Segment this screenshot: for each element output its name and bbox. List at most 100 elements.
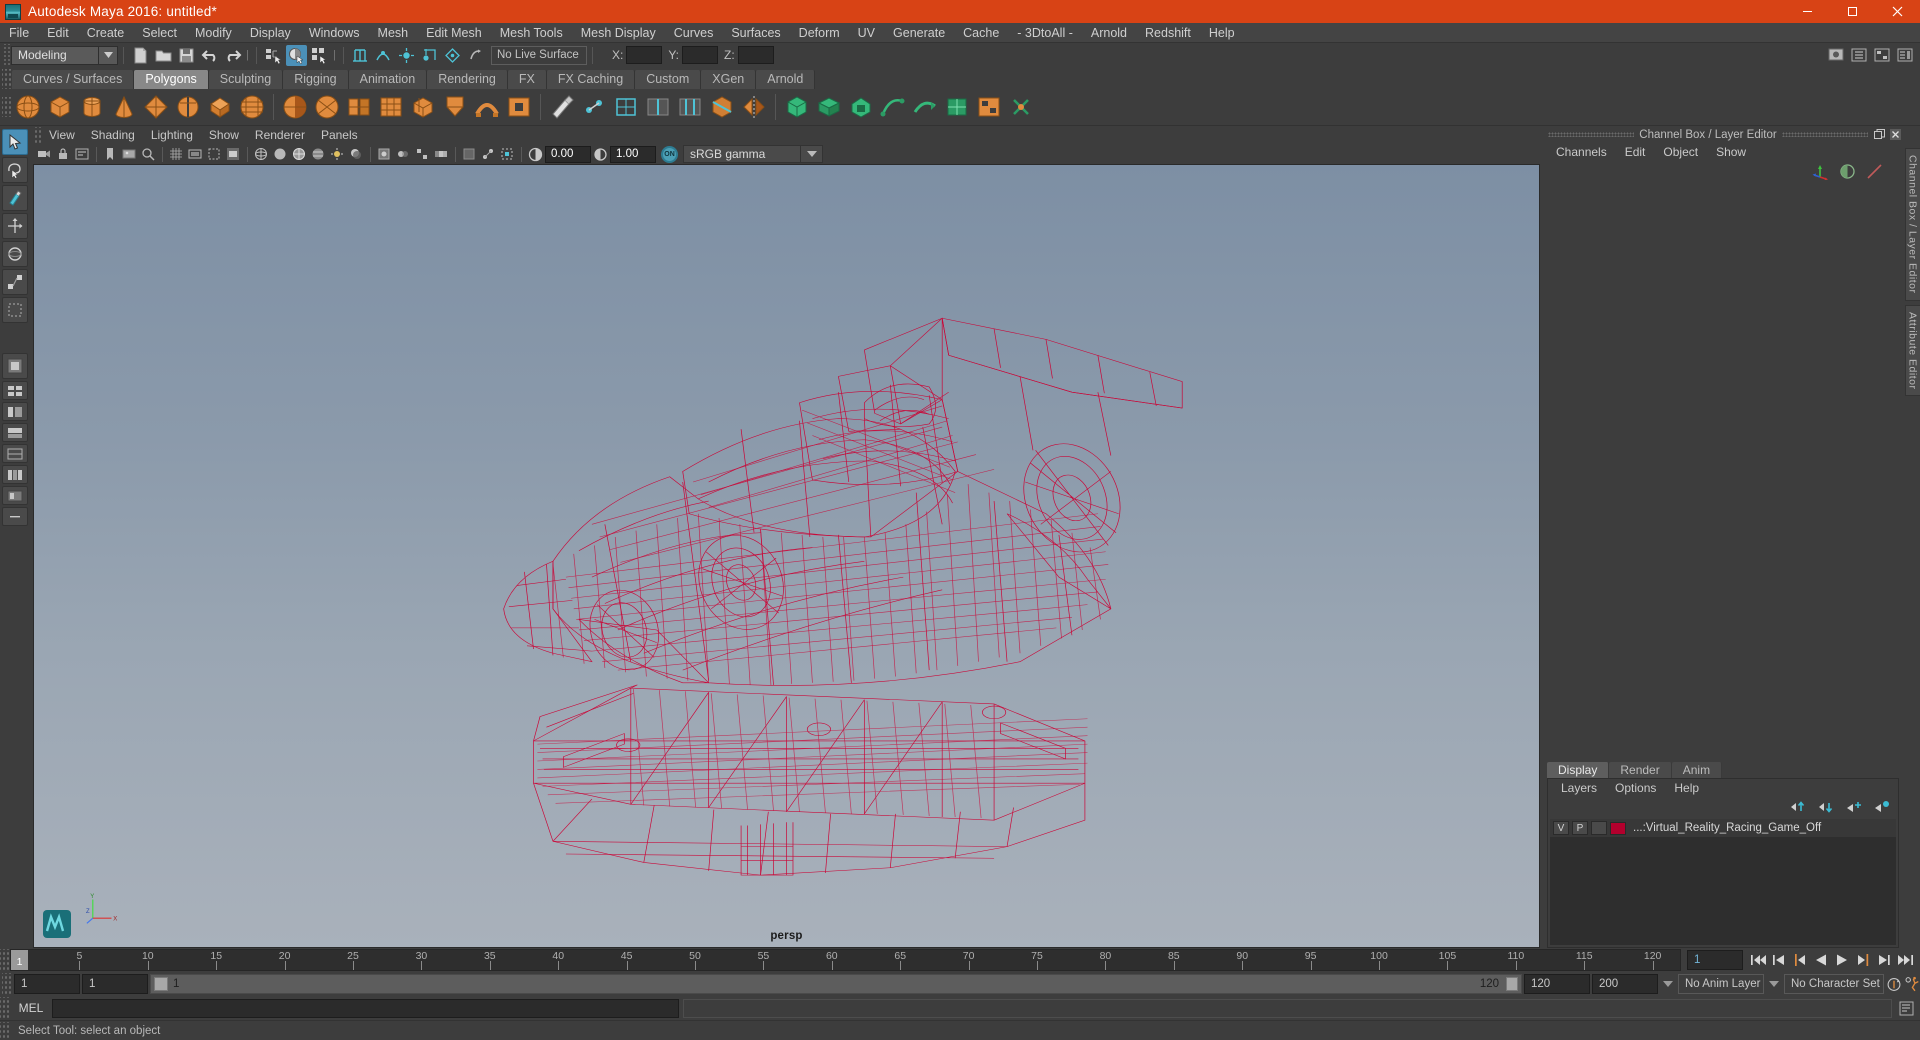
shelf-tab-fx-caching[interactable]: FX Caching <box>546 70 636 89</box>
multisample-icon[interactable] <box>413 145 431 163</box>
auto-keyframe-icon[interactable] <box>1886 974 1902 994</box>
select-tool[interactable] <box>2 129 28 155</box>
smooth-icon[interactable] <box>376 92 406 123</box>
channel-menu-channels[interactable]: Channels <box>1547 143 1616 162</box>
persp-hypershade-layout[interactable] <box>2 444 28 463</box>
step-back-frame-icon[interactable] <box>1770 951 1788 969</box>
channel-menu-show[interactable]: Show <box>1707 143 1755 162</box>
shelf-tab-fx[interactable]: FX <box>507 70 547 89</box>
menu-mesh-tools[interactable]: Mesh Tools <box>491 23 572 43</box>
shape-channels-icon[interactable] <box>1839 163 1856 180</box>
menu-deform[interactable]: Deform <box>790 23 849 43</box>
single-perspective-layout[interactable] <box>2 353 28 379</box>
gamma-field[interactable]: 1.00 <box>610 145 656 163</box>
poly-plane-icon[interactable] <box>173 92 203 123</box>
go-to-end-icon[interactable] <box>1896 951 1914 969</box>
hypershade-layout[interactable] <box>2 465 28 484</box>
menu-modify[interactable]: Modify <box>186 23 241 43</box>
shelf-icons-grip[interactable] <box>2 97 12 117</box>
channel-menu-edit[interactable]: Edit <box>1616 143 1655 162</box>
shelf-tab-curves-surfaces[interactable]: Curves / Surfaces <box>12 70 135 89</box>
two-d-pan-zoom-icon[interactable] <box>139 145 157 163</box>
time-slider-grip[interactable] <box>0 949 10 971</box>
persp-outliner-layout[interactable] <box>2 402 28 421</box>
lasso-select-tool[interactable] <box>2 157 28 183</box>
menu-redshift[interactable]: Redshift <box>1136 23 1200 43</box>
command-line-grip[interactable] <box>0 997 10 1019</box>
menu-curves[interactable]: Curves <box>665 23 723 43</box>
layer-menu-help[interactable]: Help <box>1665 779 1708 797</box>
channel-menu-object[interactable]: Object <box>1654 143 1707 162</box>
menu-set-chevron-down-icon[interactable] <box>99 45 118 65</box>
poly-sweep-green-icon[interactable] <box>910 92 940 123</box>
menu-edit[interactable]: Edit <box>38 23 78 43</box>
film-gate-icon[interactable] <box>186 145 204 163</box>
attribute-editor-icon[interactable] <box>1894 45 1915 66</box>
anim-layer-selector[interactable]: No Anim Layer <box>1678 974 1764 994</box>
range-handle-right[interactable] <box>1506 977 1518 991</box>
grid-toggle-icon[interactable] <box>167 145 185 163</box>
close-icon[interactable] <box>1875 0 1920 23</box>
new-layer-icon[interactable] <box>1846 800 1862 814</box>
bookmark-icon[interactable] <box>101 145 119 163</box>
separate-icon[interactable] <box>312 92 342 123</box>
maximize-icon[interactable] <box>1830 0 1875 23</box>
menu-file[interactable]: File <box>0 23 38 43</box>
menu-create[interactable]: Create <box>78 23 134 43</box>
uv-editor-icon[interactable] <box>974 92 1004 123</box>
depth-peeling-icon[interactable] <box>432 145 450 163</box>
menu-3dtoall[interactable]: - 3DtoAll - <box>1008 23 1082 43</box>
channel-box-list[interactable] <box>1543 180 1905 761</box>
step-forward-key-icon[interactable] <box>1854 951 1872 969</box>
animation-start-field[interactable]: 1 <box>14 974 80 994</box>
select-hierarchy-icon[interactable] <box>263 45 284 66</box>
command-language-label[interactable]: MEL <box>10 1001 52 1015</box>
poly-sphere-icon[interactable] <box>13 92 43 123</box>
time-slider-track[interactable]: 1 5 10 15 20 25 30 35 40 45 50 55 60 65 70 75 80 85 90 95 1… <box>10 949 1681 971</box>
menu-select[interactable]: Select <box>133 23 186 43</box>
shelf-tab-animation[interactable]: Animation <box>348 70 428 89</box>
play-forwards-icon[interactable] <box>1833 951 1851 969</box>
viewport-menu-renderer[interactable]: Renderer <box>247 126 313 144</box>
menu-mesh[interactable]: Mesh <box>369 23 418 43</box>
gate-mask-icon[interactable] <box>224 145 242 163</box>
shelf-tab-custom[interactable]: Custom <box>635 70 702 89</box>
shelf-tab-rendering[interactable]: Rendering <box>427 70 508 89</box>
layer-tab-anim[interactable]: Anim <box>1671 762 1723 778</box>
shelf-tab-arnold[interactable]: Arnold <box>756 70 816 89</box>
new-layer-from-selected-icon[interactable] <box>1874 800 1890 814</box>
poly-curve-green-icon[interactable] <box>878 92 908 123</box>
rotate-tool[interactable] <box>2 241 28 267</box>
extrude-icon[interactable] <box>408 92 438 123</box>
lock-camera-icon[interactable] <box>54 145 72 163</box>
range-slider-grip[interactable] <box>2 973 12 995</box>
menu-mesh-display[interactable]: Mesh Display <box>572 23 665 43</box>
layer-row[interactable]: V P ...:Virtual_Reality_Racing_Game_Off <box>1550 819 1896 837</box>
step-back-key-icon[interactable] <box>1791 951 1809 969</box>
bevel-icon[interactable] <box>440 92 470 123</box>
character-set-selector[interactable]: No Character Set <box>1784 974 1884 994</box>
hypergraph-icon[interactable] <box>1871 45 1892 66</box>
status-bar-grip[interactable] <box>0 1021 10 1040</box>
range-start-field[interactable]: 1 <box>82 974 148 994</box>
toolbar-grip[interactable] <box>2 44 11 66</box>
snap-point-icon[interactable] <box>396 45 417 66</box>
viewport-grip[interactable] <box>33 127 41 143</box>
time-cursor[interactable]: 1 <box>11 950 28 970</box>
command-input-field[interactable] <box>52 998 679 1018</box>
lighting-icon[interactable] <box>328 145 346 163</box>
undo-icon[interactable] <box>199 45 220 66</box>
new-scene-icon[interactable] <box>130 45 151 66</box>
color-management-toggle[interactable]: ON <box>661 145 678 163</box>
layer-playback-toggle[interactable]: P <box>1572 821 1588 835</box>
layer-state-toggle[interactable] <box>1591 821 1607 835</box>
poly-disc-icon[interactable] <box>205 92 235 123</box>
smooth-shade-icon[interactable] <box>271 145 289 163</box>
make-live-icon[interactable] <box>465 45 486 66</box>
snap-projected-icon[interactable] <box>419 45 440 66</box>
redo-icon[interactable] <box>222 45 243 66</box>
shelf-tab-xgen[interactable]: XGen <box>701 70 757 89</box>
last-tool-used[interactable] <box>2 297 28 323</box>
layer-list[interactable]: V P ...:Virtual_Reality_Racing_Game_Off <box>1550 819 1896 945</box>
select-object-icon[interactable] <box>286 44 307 66</box>
